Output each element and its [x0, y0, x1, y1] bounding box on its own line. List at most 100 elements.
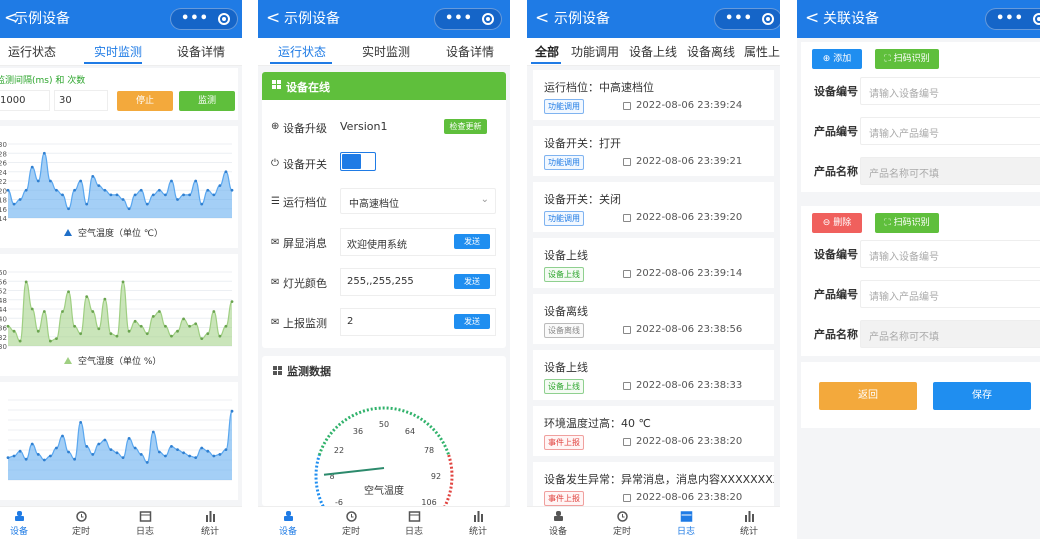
product-name-input[interactable]: 产品名称可不填 — [860, 157, 1040, 185]
interval-input[interactable]: 1000 — [0, 90, 50, 111]
data-point — [133, 193, 137, 197]
alarm-clock-icon — [75, 510, 88, 522]
close-circle-icon[interactable] — [762, 13, 774, 25]
action-bar: 返回 保存 — [801, 362, 1040, 428]
delete-button[interactable]: ⊖ 删除 — [812, 213, 862, 233]
scan-button[interactable]: ⛶ 扫码识别 — [875, 213, 939, 233]
back-arrow-icon[interactable]: < — [266, 7, 280, 29]
calendar-icon — [623, 326, 631, 334]
device-icon — [552, 510, 565, 522]
nav-timer[interactable]: 定时 — [61, 510, 101, 537]
data-point — [188, 324, 192, 328]
tab-details[interactable]: 设备详情 — [446, 43, 494, 60]
series-area — [8, 411, 232, 480]
titlebar: < 示例设备 ••• — [0, 0, 242, 38]
tab-details[interactable]: 设备详情 — [177, 43, 225, 60]
monitor-button[interactable]: 监测 — [179, 91, 235, 111]
nav-device[interactable]: 设备 — [538, 510, 578, 537]
log-item[interactable]: 设备开关：关闭 功能调用 2022-08-06 23:39:20 — [533, 182, 774, 232]
more-dots-icon[interactable]: ••• — [181, 10, 209, 28]
check-update-button[interactable]: 检查更新 — [444, 119, 487, 134]
data-point — [36, 179, 40, 183]
tab-all[interactable]: 全部 — [535, 43, 559, 60]
data-point — [157, 310, 161, 313]
tab-property-report[interactable]: 属性上报 — [744, 43, 780, 60]
miniprogram-capsule[interactable]: ••• — [985, 8, 1040, 30]
titlebar: < 示例设备 ••• — [527, 0, 780, 38]
data-point — [115, 451, 119, 455]
online-title: 设备在线 — [286, 81, 330, 94]
level-select[interactable]: 中高速档位 ⌄ — [340, 188, 496, 214]
log-item[interactable]: 设备上线 设备上线 2022-08-06 23:38:33 — [533, 350, 774, 400]
scan-button[interactable]: ⛶ 扫码识别 — [875, 49, 939, 69]
nav-stats[interactable]: 统计 — [190, 510, 230, 537]
more-dots-icon[interactable]: ••• — [725, 10, 753, 28]
screen-msg-value: 欢迎使用系统 — [347, 240, 407, 251]
miniprogram-capsule[interactable]: ••• — [434, 8, 502, 30]
close-circle-icon[interactable] — [1033, 13, 1040, 25]
version-value: Version1 — [340, 120, 388, 133]
calendar-icon — [623, 382, 631, 390]
log-item[interactable]: 运行档位：中高速档位 功能调用 2022-08-06 23:39:24 — [533, 70, 774, 120]
device-no-input[interactable]: 请输入设备编号 — [860, 240, 1040, 268]
save-button[interactable]: 保存 — [933, 382, 1031, 410]
tab-status[interactable]: 运行状态 — [8, 43, 56, 60]
nav-timer[interactable]: 定时 — [602, 510, 642, 537]
nav-device[interactable]: 设备 — [268, 510, 308, 537]
data-point — [6, 188, 10, 192]
tab-online[interactable]: 设备上线 — [629, 43, 677, 60]
nav-log[interactable]: 日志 — [666, 510, 706, 537]
gauge-tick-label: 64 — [405, 427, 415, 436]
miniprogram-capsule[interactable]: ••• — [714, 8, 780, 30]
product-name-input[interactable]: 产品名称可不填 — [860, 320, 1040, 348]
tab-realtime[interactable]: 实时监测 — [94, 43, 142, 60]
product-no-input[interactable]: 请输入产品编号 — [860, 117, 1040, 145]
calendar-icon — [623, 102, 631, 110]
data-point — [194, 456, 198, 459]
device-no-label: 设备编号 — [814, 248, 858, 261]
nav-stats[interactable]: 统计 — [729, 510, 769, 537]
titlebar: < 示例设备 ••• — [258, 0, 510, 38]
nav-device[interactable]: 设备 — [0, 510, 39, 537]
log-time: 2022-08-06 23:39:21 — [623, 156, 742, 167]
tab-status[interactable]: 运行状态 — [278, 43, 326, 60]
close-circle-icon[interactable] — [482, 13, 494, 25]
send-light-button[interactable]: 发送 — [454, 274, 490, 289]
nav-log[interactable]: 日志 — [394, 510, 434, 537]
back-button[interactable]: 返回 — [819, 382, 917, 410]
nav-timer[interactable]: 定时 — [331, 510, 371, 537]
device-no-input[interactable]: 请输入设备编号 — [860, 77, 1040, 105]
log-item[interactable]: 设备离线 设备离线 2022-08-06 23:38:56 — [533, 294, 774, 344]
tab-function-call[interactable]: 功能调用 — [571, 43, 619, 60]
stop-button[interactable]: 停止 — [117, 91, 173, 111]
page-title: 示例设备 — [14, 11, 70, 27]
log-item[interactable]: 环境温度过高：40 ℃ 事件上报 2022-08-06 23:38:20 — [533, 406, 774, 456]
miniprogram-capsule[interactable]: ••• — [170, 8, 238, 30]
page-title: 关联设备 — [823, 11, 879, 27]
more-dots-icon[interactable]: ••• — [445, 10, 473, 28]
y-tick-label: 24 — [0, 169, 7, 177]
nav-stats[interactable]: 统计 — [458, 510, 498, 537]
product-no-input[interactable]: 请输入产品编号 — [860, 280, 1040, 308]
log-item[interactable]: 设备发生异常：异常消息，消息内容XXXXXXXX 事件上报 2022-08-06 2… — [533, 462, 774, 506]
count-input[interactable]: 30 — [54, 90, 108, 111]
data-point — [79, 332, 83, 336]
log-item[interactable]: 设备开关：打开 功能调用 2022-08-06 23:39:21 — [533, 126, 774, 176]
close-circle-icon[interactable] — [218, 13, 230, 25]
upgrade-icon: ⊕ — [271, 121, 280, 132]
more-dots-icon[interactable]: ••• — [996, 10, 1024, 28]
page-title: 示例设备 — [284, 11, 340, 27]
tab-offline[interactable]: 设备离线 — [687, 43, 735, 60]
tab-realtime[interactable]: 实时监测 — [362, 43, 410, 60]
log-text: 设备离线 — [544, 305, 588, 318]
send-screen-button[interactable]: 发送 — [454, 234, 490, 249]
nav-log[interactable]: 日志 — [125, 510, 165, 537]
add-button[interactable]: ⊕ 添加 — [812, 49, 862, 69]
back-arrow-icon[interactable]: < — [535, 7, 549, 29]
log-item[interactable]: 设备上线 设备上线 2022-08-06 23:39:14 — [533, 238, 774, 288]
power-switch[interactable] — [340, 152, 376, 171]
tabs: 运行状态 实时监测 设备详情 — [0, 38, 242, 66]
send-report-button[interactable]: 发送 — [454, 314, 490, 329]
back-arrow-icon[interactable]: < — [805, 7, 819, 29]
product-no-row: 产品编号 请输入产品编号 — [801, 278, 1040, 310]
